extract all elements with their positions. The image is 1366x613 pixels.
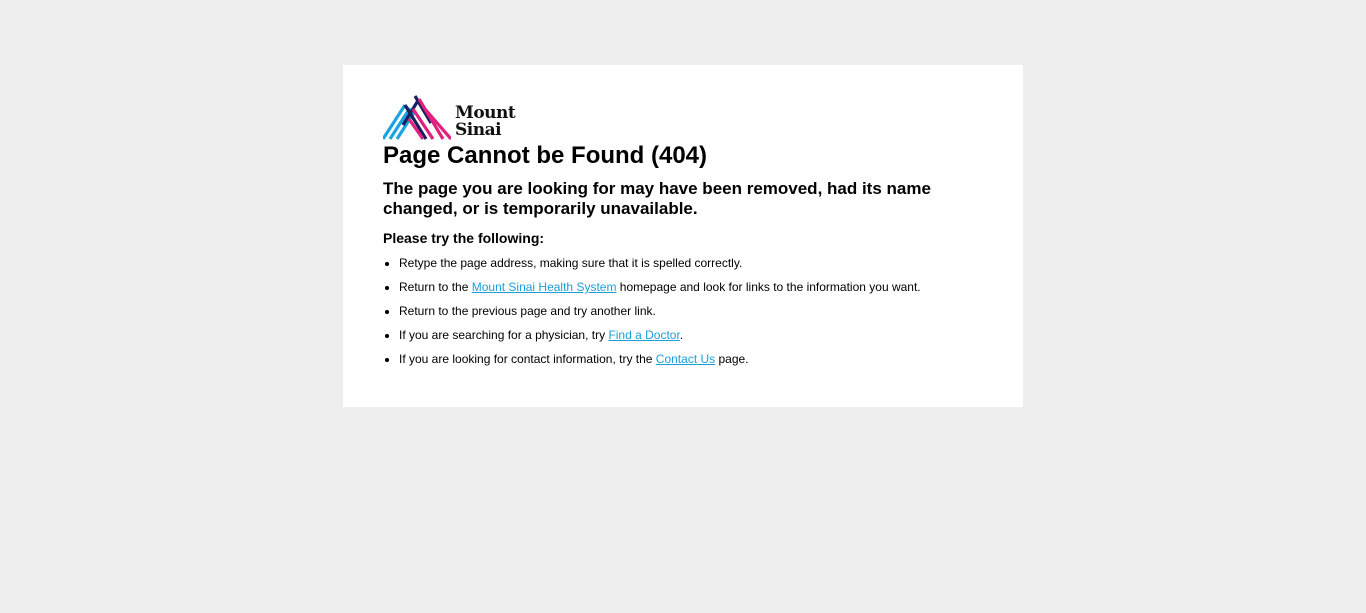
list-item-text-before: If you are searching for a physician, tr… — [399, 328, 609, 342]
instructions-title: Please try the following: — [383, 230, 545, 246]
list-item-text-before: Return to the — [399, 280, 472, 294]
list-item-text: Return to the previous page and try anot… — [399, 304, 656, 318]
list-item-text-after: page. — [715, 352, 749, 366]
find-a-doctor-link[interactable]: Find a Doctor — [608, 328, 679, 342]
list-item-text: Retype the page address, making sure tha… — [399, 256, 743, 270]
page-title: Page Cannot be Found (404) — [383, 142, 708, 169]
list-item: If you are looking for contact informati… — [399, 351, 983, 367]
mount-sinai-health-system-link[interactable]: Mount Sinai Health System — [472, 280, 617, 294]
list-item-text-before: If you are looking for contact informati… — [399, 352, 656, 366]
mount-sinai-mark-icon — [383, 95, 451, 140]
error-card: Mount Sinai Page Cannot be Found (404) T… — [343, 65, 1023, 407]
list-item: Return to the Mount Sinai Health System … — [399, 279, 983, 295]
list-item: Retype the page address, making sure tha… — [399, 255, 983, 271]
contact-us-link[interactable]: Contact Us — [656, 352, 715, 366]
suggestions-list: Retype the page address, making sure tha… — [383, 255, 983, 367]
list-item-text-after: . — [679, 328, 684, 342]
list-item: If you are searching for a physician, tr… — [399, 327, 983, 343]
mount-sinai-logo[interactable]: Mount Sinai — [383, 95, 983, 140]
list-item-text-after: homepage and look for links to the infor… — [616, 280, 921, 294]
logo-line-2: Sinai — [455, 120, 502, 140]
error-description: The page you are looking for may have be… — [383, 179, 931, 218]
logo-wordmark: Mount Sinai — [455, 105, 516, 140]
list-item: Return to the previous page and try anot… — [399, 303, 983, 319]
